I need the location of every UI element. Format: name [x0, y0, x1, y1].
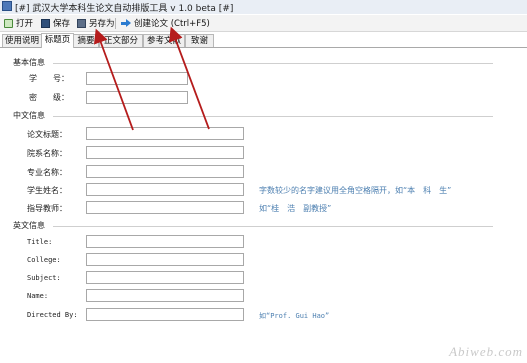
tab-abstract[interactable]: 摘要: [73, 34, 99, 47]
tab-title-page[interactable]: 标题页: [41, 33, 74, 48]
app-icon: [2, 1, 12, 11]
create-thesis-button[interactable]: 创建论文 (Ctrl+F5): [121, 16, 210, 30]
directed-by-label: Directed By:: [27, 311, 78, 319]
major-input[interactable]: [86, 165, 244, 178]
save-as-button[interactable]: 另存为: [77, 16, 115, 30]
open-button[interactable]: 打开: [4, 16, 33, 30]
student-name-input[interactable]: [86, 183, 244, 196]
save-as-icon: [77, 18, 86, 28]
college-input[interactable]: [86, 253, 244, 266]
english-title-input[interactable]: [86, 235, 244, 248]
student-id-label: 学 号：: [29, 74, 69, 83]
annotation-arrows: [93, 26, 210, 131]
college-label: College:: [27, 256, 61, 264]
thesis-title-input[interactable]: [86, 127, 244, 140]
save-button-label: 保存: [53, 19, 71, 29]
toolbar-separator: [115, 18, 116, 29]
name-label: Name:: [27, 292, 49, 300]
window-title-bar: [#] 武汉大学本科生论文自动排版工具 v 1.0 beta [#]: [0, 0, 527, 14]
directed-by-input[interactable]: [86, 308, 244, 321]
watermark: Abiweb.com: [449, 344, 523, 359]
window-title: [#] 武汉大学本科生论文自动排版工具 v 1.0 beta [#]: [15, 4, 234, 14]
grade-input[interactable]: [86, 91, 188, 104]
floppy-disk-icon: [41, 18, 50, 28]
section-divider: [53, 116, 493, 117]
department-input[interactable]: [86, 146, 244, 159]
folder-open-icon: [4, 18, 13, 28]
english-title-label: Title:: [27, 238, 53, 246]
arrow-right-icon: [121, 18, 131, 28]
section-title-basic: 基本信息: [13, 58, 45, 67]
advisor-hint: 如“桂 浩 副教授”: [259, 204, 332, 213]
toolbar: 打开 保存 另存为 创建论文 (Ctrl+F5): [0, 15, 527, 32]
section-title-english: 英文信息: [13, 221, 45, 230]
name-input[interactable]: [86, 289, 244, 302]
subject-input[interactable]: [86, 271, 244, 284]
save-button[interactable]: 保存: [41, 16, 70, 30]
subject-label: Subject:: [27, 274, 61, 282]
advisor-input[interactable]: [86, 201, 244, 214]
student-name-hint: 字数较少的名字建议用全角空格隔开，如“本 科 生”: [259, 186, 452, 195]
thesis-title-label: 论文标题：: [27, 130, 67, 139]
student-name-label: 学生姓名：: [27, 186, 67, 195]
student-id-input[interactable]: [86, 72, 188, 85]
grade-label: 密 级：: [29, 93, 69, 102]
section-title-chinese: 中文信息: [13, 111, 45, 120]
tab-acknowledgements[interactable]: 致谢: [185, 34, 214, 47]
tab-references[interactable]: 参考文献: [143, 34, 185, 47]
tab-usage[interactable]: 使用说明: [2, 34, 42, 47]
save-as-button-label: 另存为: [89, 19, 115, 29]
tab-body[interactable]: 正文部分: [99, 34, 143, 47]
create-thesis-button-label: 创建论文 (Ctrl+F5): [134, 19, 210, 29]
section-divider: [53, 226, 493, 227]
open-button-label: 打开: [16, 19, 34, 29]
department-label: 院系名称：: [27, 149, 67, 158]
major-label: 专业名称：: [27, 168, 67, 177]
directed-by-hint: 如“Prof. Gui Hao”: [259, 312, 330, 320]
tab-bar: 使用说明 标题页 摘要 正文部分 参考文献 致谢: [0, 33, 527, 48]
section-divider: [53, 63, 493, 64]
advisor-label: 指导教师：: [27, 204, 67, 213]
